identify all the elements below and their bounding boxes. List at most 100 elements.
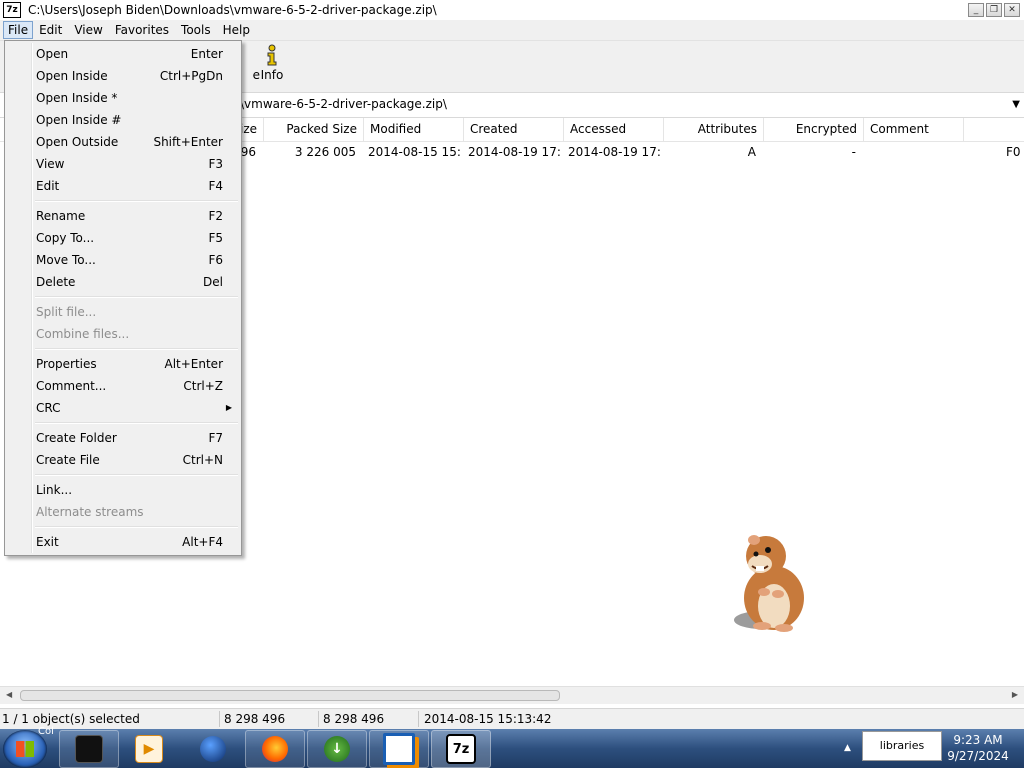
taskbar-app-7zip[interactable]: 7z — [431, 730, 491, 768]
menu-item-crc[interactable]: CRC ▶ — [8, 397, 238, 419]
menu-item-label: Properties — [36, 357, 97, 371]
menu-item-create-folder[interactable]: Create Folder F7 — [8, 427, 238, 449]
virtualbox-icon — [383, 733, 415, 765]
menu-item-label: Move To... — [36, 253, 96, 267]
chevron-down-icon[interactable]: ▼ — [1012, 99, 1020, 110]
menu-item-delete[interactable]: Delete Del — [8, 271, 238, 293]
taskbar-app-black-box[interactable] — [59, 730, 119, 768]
menu-item-view[interactable]: View F3 — [8, 153, 238, 175]
menu-item-shortcut: Shift+Enter — [153, 135, 223, 149]
menu-item-shortcut: F7 — [208, 431, 223, 445]
status-bar: 1 / 1 object(s) selected 8 298 496 8 298… — [0, 708, 1024, 729]
column-encrypted[interactable]: Encrypted — [764, 118, 864, 141]
windows-logo-icon — [16, 741, 34, 757]
menu-item-label: Open — [36, 47, 69, 61]
menu-help[interactable]: Help — [217, 21, 256, 39]
menu-item-copy-to[interactable]: Copy To... F5 — [8, 227, 238, 249]
chevron-up-icon[interactable]: ▲ — [844, 743, 851, 753]
menu-item-label: Open Inside * — [36, 91, 118, 105]
menu-item-shortcut: Alt+Enter — [164, 357, 223, 371]
hamster-image — [722, 528, 818, 636]
menu-item-label: Create File — [36, 453, 100, 467]
menu-tools[interactable]: Tools — [175, 21, 217, 39]
cell-encrypted: - — [851, 145, 856, 159]
status-selection: 1 / 1 object(s) selected — [2, 712, 140, 726]
column-modified[interactable]: Modified — [364, 118, 464, 141]
taskbar-app-download-manager[interactable]: ↓ — [307, 730, 367, 768]
menu-item-link[interactable]: Link... — [8, 479, 238, 501]
menu-item-shortcut: F2 — [208, 209, 223, 223]
menu-edit[interactable]: Edit — [33, 21, 68, 39]
taskbar: Col ▶ ↓ 7z ▲ libraries 9:23 AM 9/27/2024 — [0, 726, 1024, 768]
menu-item-open-outside[interactable]: Open Outside Shift+Enter — [8, 131, 238, 153]
clock[interactable]: 9:23 AM 9/27/2024 — [938, 732, 1018, 764]
menu-separator — [35, 422, 238, 424]
menu-item-exit[interactable]: Exit Alt+F4 — [8, 531, 238, 553]
menu-item-label: Rename — [36, 209, 86, 223]
menu-favorites[interactable]: Favorites — [109, 21, 175, 39]
file-menu-dropdown: Open Enter Open Inside Ctrl+PgDn Open Inside… — [4, 40, 242, 556]
scroll-right-icon[interactable]: ▶ — [1012, 690, 1018, 699]
menu-item-open-inside[interactable]: Open Inside Ctrl+PgDn — [8, 65, 238, 87]
system-tray: ▲ libraries 9:23 AM 9/27/2024 — [844, 729, 1024, 768]
menu-item-label: Combine files... — [36, 327, 130, 341]
menu-item-label: Comment... — [36, 379, 107, 393]
menu-item-label: Edit — [36, 179, 60, 193]
tray-thumbnail[interactable]: libraries — [862, 731, 942, 761]
scroll-left-icon[interactable]: ◀ — [6, 690, 12, 699]
menu-item-split-file: Split file... — [8, 301, 238, 323]
address-path[interactable]: \vmware-6-5-2-driver-package.zip\ — [240, 97, 447, 111]
menu-item-shortcut: Ctrl+Z — [183, 379, 223, 393]
7zip-app-icon[interactable]: 7z — [3, 2, 21, 18]
close-button[interactable]: ✕ — [1004, 3, 1020, 17]
taskbar-app-globe[interactable] — [183, 730, 243, 768]
menu-item-label: Split file... — [36, 305, 97, 319]
menu-item-edit[interactable]: Edit F4 — [8, 175, 238, 197]
menu-item-shortcut: F3 — [208, 157, 223, 171]
menu-item-label: Alternate streams — [36, 505, 144, 519]
minimize-button[interactable]: _ — [968, 3, 984, 17]
menu-item-rename[interactable]: Rename F2 — [8, 205, 238, 227]
menu-item-label: View — [36, 157, 65, 171]
download-manager-icon: ↓ — [324, 736, 350, 762]
menu-view[interactable]: View — [68, 21, 108, 39]
black-box-app-icon — [75, 735, 103, 763]
menu-item-shortcut: Ctrl+N — [182, 453, 223, 467]
taskbar-app-media[interactable]: ▶ — [119, 730, 179, 768]
info-button[interactable]: Info — [252, 44, 292, 90]
menu-item-label: Open Inside — [36, 69, 108, 83]
cell-attributes: A — [747, 145, 756, 159]
column-attributes[interactable]: Attributes — [664, 118, 764, 141]
menu-item-open-inside[interactable]: Open Inside # — [8, 109, 238, 131]
window-title: C:\Users\Joseph Biden\Downloads\vmware-6… — [28, 3, 437, 17]
column-created[interactable]: Created — [464, 118, 564, 141]
restore-button[interactable]: ❐ — [986, 3, 1002, 17]
menu-item-comment[interactable]: Comment... Ctrl+Z — [8, 375, 238, 397]
menu-item-open[interactable]: Open Enter — [8, 43, 238, 65]
menu-item-properties[interactable]: Properties Alt+Enter — [8, 353, 238, 375]
media-player-icon: ▶ — [135, 735, 163, 763]
scroll-thumb[interactable] — [20, 690, 560, 701]
taskbar-app-firefox[interactable] — [245, 730, 305, 768]
info-icon — [252, 44, 292, 68]
menu-file[interactable]: File — [3, 21, 34, 39]
menu-item-shortcut: F6 — [208, 253, 223, 267]
cell-modified: 2014-08-15 15:13 — [368, 145, 462, 159]
menu-item-label: Delete — [36, 275, 76, 289]
menu-item-shortcut: Alt+F4 — [182, 535, 223, 549]
menu-item-create-file[interactable]: Create File Ctrl+N — [8, 449, 238, 471]
cell-accessed: 2014-08-19 17:15 — [568, 145, 662, 159]
cell-crc: F0 — [1006, 145, 1021, 159]
menu-item-move-to[interactable]: Move To... F6 — [8, 249, 238, 271]
cell-created: 2014-08-19 17:13 — [468, 145, 562, 159]
horizontal-scrollbar[interactable]: ◀ ▶ — [0, 686, 1024, 704]
column-comment[interactable]: Comment — [864, 118, 964, 141]
cell-packed-size: 3 226 005 — [294, 145, 356, 159]
menu-item-alternate-streams: Alternate streams — [8, 501, 238, 523]
title-bar: 7z C:\Users\Joseph Biden\Downloads\vmwar… — [0, 0, 1024, 21]
column-accessed[interactable]: Accessed — [564, 118, 664, 141]
info-label: Info — [260, 68, 284, 82]
taskbar-app-virtualbox[interactable] — [369, 730, 429, 768]
menu-item-open-inside[interactable]: Open Inside * — [8, 87, 238, 109]
column-packed-size[interactable]: Packed Size — [264, 118, 364, 141]
